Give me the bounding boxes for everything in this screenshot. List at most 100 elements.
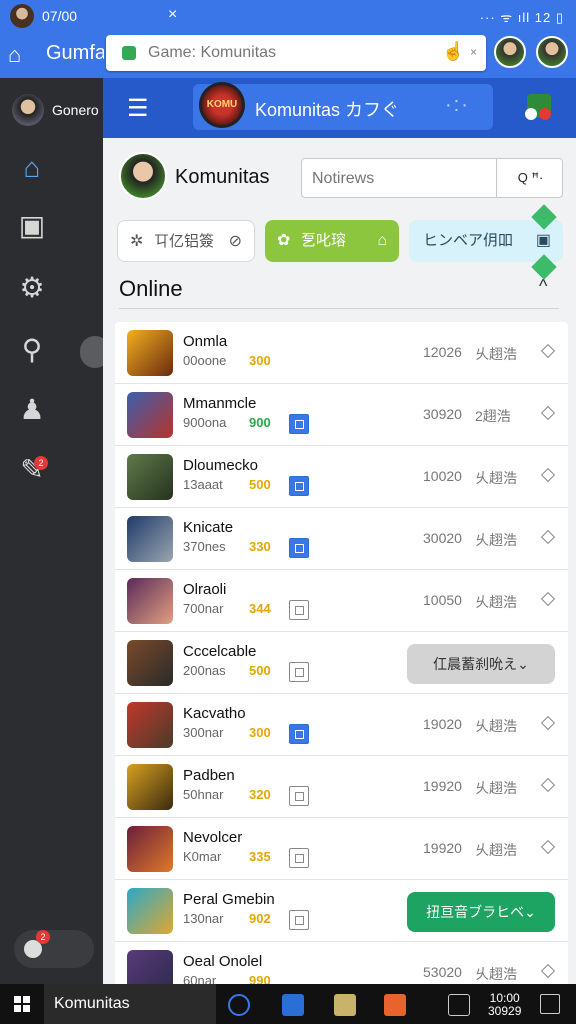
- calendar-icon[interactable]: [384, 994, 406, 1016]
- list-item[interactable]: Oeal Onolel 60nar 990 53020 乆趐浩: [115, 942, 568, 984]
- list-item[interactable]: Onmla 00oone 300 12026 乆趐浩: [115, 322, 568, 384]
- diamond-icon[interactable]: [540, 405, 556, 421]
- avatar[interactable]: [494, 36, 526, 68]
- list-item[interactable]: Cccelcable 200nas 500 仜晨蓄刹吮え⌄: [115, 632, 568, 694]
- list-item[interactable]: Mmanmcle 900ona 900 30920 2趐浩: [115, 384, 568, 446]
- diamond-icon[interactable]: [540, 777, 556, 793]
- address-bar[interactable]: Game: Komunitas ☝ ×: [106, 35, 486, 71]
- checkbox[interactable]: [289, 848, 309, 868]
- game-list: Onmla 00oone 300 12026 乆趐浩 Mmanmcle 900ona 900 3…: [115, 322, 568, 984]
- game-score: 320: [249, 787, 271, 802]
- diamond-icon[interactable]: [540, 839, 556, 855]
- game-thumbnail[interactable]: [127, 950, 173, 984]
- game-name: Onmla: [183, 333, 228, 350]
- list-item[interactable]: Padben 50hnar 320 19920 乆趐浩: [115, 756, 568, 818]
- game-thumbnail[interactable]: [127, 454, 173, 500]
- list-item[interactable]: Olraoli 700nar 344 10050 乆趐浩: [115, 570, 568, 632]
- checkbox[interactable]: [289, 662, 309, 682]
- game-thumbnail[interactable]: [127, 640, 173, 686]
- game-stat-label: 乆趐浩: [475, 718, 517, 734]
- diamond-icon[interactable]: [540, 591, 556, 607]
- person-icon[interactable]: ♟: [16, 394, 48, 426]
- notification-badge: 2: [36, 930, 50, 944]
- filter-chip[interactable]: ヒンベア仴吅 ▣: [409, 204, 563, 280]
- game-name: Peral Gmebin: [183, 891, 275, 908]
- section-title: Online: [119, 276, 183, 301]
- game-thumbnail[interactable]: [127, 888, 173, 934]
- list-item[interactable]: Dloumecko 13aaat 500 10020 乆趐浩: [115, 446, 568, 508]
- hand-icon[interactable]: ☝: [442, 41, 464, 62]
- action-button[interactable]: 仜晨蓄刹吮え⌄: [407, 644, 555, 684]
- compass-icon[interactable]: [228, 994, 250, 1016]
- game-logo: KOMU: [199, 82, 245, 128]
- checkbox[interactable]: [289, 786, 309, 806]
- game-thumbnail[interactable]: [127, 330, 173, 376]
- dots-icon[interactable]: ·:·: [445, 94, 470, 117]
- game-thumbnail[interactable]: [127, 764, 173, 810]
- app-title: Gumfa: [46, 42, 104, 64]
- close-icon[interactable]: ×: [470, 45, 477, 59]
- game-name: Knicate: [183, 519, 234, 536]
- box-icon[interactable]: [334, 994, 356, 1016]
- chip-label: 乭叱瑢: [301, 232, 347, 249]
- start-icon[interactable]: [14, 996, 30, 1012]
- game-name: Oeal Onolel: [183, 953, 263, 970]
- game-stat: 30020: [423, 530, 462, 546]
- home-icon[interactable]: ⌂: [16, 152, 48, 184]
- list-item[interactable]: Nevolcer K0mar 335 19920 乆趐浩: [115, 818, 568, 880]
- search-icon[interactable]: ⚲: [16, 334, 48, 366]
- filter-chip[interactable]: ✲ 㔿亿铝簽 ⊘: [117, 220, 255, 262]
- diamond-icon[interactable]: [540, 343, 556, 359]
- menu-icon[interactable]: ☰: [127, 94, 149, 123]
- sidebar: Gonero ⌂ ▣ ⚙ ⚲ ♟ ✎ 2 2: [0, 78, 110, 984]
- profile-avatar[interactable]: [119, 152, 167, 200]
- profile-avatar[interactable]: [536, 36, 568, 68]
- avatar[interactable]: [12, 94, 44, 126]
- diamond-icon[interactable]: [540, 467, 556, 483]
- game-thumbnail[interactable]: [127, 578, 173, 624]
- checkbox[interactable]: [289, 724, 309, 744]
- game-meta: 130nar: [183, 911, 224, 926]
- game-meta: 00oone: [183, 353, 227, 368]
- game-meta: 200nas: [183, 663, 226, 678]
- checkbox[interactable]: [289, 910, 309, 930]
- list-item[interactable]: Peral Gmebin 130nar 902 扭亘音ブラヒベ⌄: [115, 880, 568, 942]
- store-icon[interactable]: [282, 994, 304, 1016]
- close-icon[interactable]: ×: [168, 6, 177, 24]
- clock-date: 30929: [488, 1004, 522, 1018]
- checkbox[interactable]: [289, 600, 309, 620]
- chip-label: ヒンベア仴吅: [423, 232, 514, 249]
- checkbox[interactable]: [289, 476, 309, 496]
- library-icon[interactable]: ▣: [16, 210, 48, 242]
- list-item[interactable]: Knicate 370nes 330 30020 乆趐浩: [115, 508, 568, 570]
- search-input[interactable]: [312, 167, 492, 191]
- compass-icon: ⊘: [228, 233, 242, 250]
- sidebar-toggle[interactable]: 2: [14, 930, 94, 968]
- home-icon[interactable]: ⌂: [8, 42, 21, 68]
- action-button[interactable]: 扭亘音ブラヒベ⌄: [407, 892, 555, 932]
- diamond-icon[interactable]: [540, 715, 556, 731]
- gear-icon[interactable]: ⚙: [16, 272, 48, 304]
- game-thumbnail[interactable]: [127, 516, 173, 562]
- url-text[interactable]: Game: Komunitas: [148, 44, 276, 62]
- game-meta: 900ona: [183, 415, 227, 430]
- game-thumbnail[interactable]: [127, 702, 173, 748]
- search-button[interactable]: Q ꟸ·: [496, 159, 564, 197]
- screen-icon[interactable]: [448, 994, 470, 1016]
- checkbox[interactable]: [289, 538, 309, 558]
- game-thumbnail[interactable]: [127, 392, 173, 438]
- game-meta: 370nes: [183, 539, 226, 554]
- status-time: 07/00: [42, 8, 78, 24]
- filter-chip-active[interactable]: ✿ 乭叱瑢 ⌂: [265, 220, 399, 262]
- flower-icon: ✿: [277, 232, 291, 249]
- diamond-icon[interactable]: [540, 529, 556, 545]
- game-name: Olraoli: [183, 581, 227, 598]
- chevron-up-icon[interactable]: ^: [539, 276, 547, 297]
- checkbox[interactable]: [289, 414, 309, 434]
- game-score: 300: [249, 725, 271, 740]
- diamond-icon[interactable]: [540, 963, 556, 979]
- list-item[interactable]: Kacvatho 300nar 300 19020 乆趐浩: [115, 694, 568, 756]
- notification-icon[interactable]: [540, 994, 560, 1014]
- taskbar-app[interactable]: Komunitas: [44, 984, 216, 1024]
- game-thumbnail[interactable]: [127, 826, 173, 872]
